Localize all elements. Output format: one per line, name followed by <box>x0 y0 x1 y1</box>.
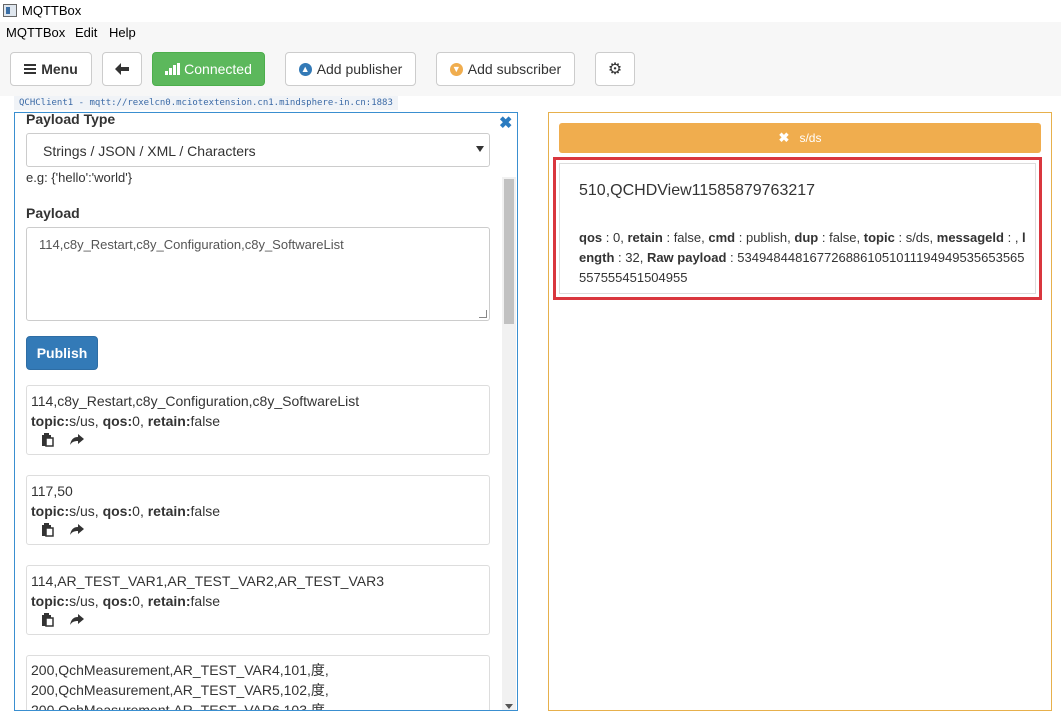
menu-item-help[interactable]: Help <box>109 25 136 40</box>
publisher-scrollbar[interactable] <box>502 177 516 710</box>
hamburger-icon <box>24 64 37 74</box>
subscriber-header[interactable]: ✖ s/ds <box>559 123 1041 153</box>
payload-textarea[interactable]: 114,c8y_Restart,c8y_Configuration,c8y_So… <box>26 227 490 321</box>
caret-down-icon <box>476 146 484 152</box>
resize-grip-icon[interactable] <box>479 310 487 318</box>
add-publisher-button[interactable]: ▲ Add publisher <box>285 52 416 86</box>
app-icon <box>3 4 17 17</box>
message-payload: 510,QCHDView11585879763217 <box>579 182 816 199</box>
received-message: 510,QCHDView11585879763217 qos : 0, reta… <box>553 157 1042 300</box>
scrollbar-thumb[interactable] <box>504 179 514 324</box>
share-arrow-icon[interactable] <box>70 614 84 626</box>
menu-bar: MQTTBox Edit Help <box>0 22 1061 42</box>
payload-type-select[interactable]: Strings / JSON / XML / Characters <box>26 133 490 167</box>
menu-button[interactable]: Menu <box>10 52 92 86</box>
close-icon[interactable]: ✖ <box>779 130 790 146</box>
payload-label: Payload <box>26 205 80 221</box>
payload-type-label: Payload Type <box>26 112 116 127</box>
close-icon[interactable]: ✖ <box>499 113 512 133</box>
publish-button[interactable]: Publish <box>26 336 98 370</box>
menu-item-mqttbox[interactable]: MQTTBox <box>6 25 65 40</box>
add-subscriber-button[interactable]: ▼ Add subscriber <box>436 52 575 86</box>
signal-bars-icon <box>165 63 181 75</box>
connected-button[interactable]: Connected <box>152 52 265 86</box>
gear-icon: ⚙ <box>607 61 623 78</box>
arrow-down-circle-icon: ▼ <box>449 62 463 76</box>
clipboard-icon[interactable] <box>41 613 54 627</box>
toolbar: Menu Connected ▲ Add publisher ▼ Add sub… <box>0 42 1061 96</box>
message-meta: qos : 0, retain : false, cmd : publish, … <box>579 230 1026 285</box>
subscriber-topic: s/ds <box>799 131 822 145</box>
settings-button[interactable]: ⚙ <box>595 52 635 86</box>
arrow-up-circle-icon: ▲ <box>298 62 312 76</box>
arrow-left-icon <box>115 63 129 75</box>
clipboard-icon[interactable] <box>41 523 54 537</box>
publisher-panel: ✖ Payload Type Strings / JSON / XML / Ch… <box>14 112 518 711</box>
clipboard-icon[interactable] <box>41 433 54 447</box>
title-bar: MQTTBox <box>0 0 1061 22</box>
history-item: 117,50 topic:s/us, qos:0, retain:false <box>26 475 490 545</box>
share-arrow-icon[interactable] <box>70 524 84 536</box>
history-item: 200,QchMeasurement,AR_TEST_VAR4,101,度, 2… <box>26 655 490 710</box>
scroll-down-icon[interactable] <box>505 704 513 709</box>
payload-example-hint: e.g: {'hello':'world'} <box>26 170 133 185</box>
connection-url: QCHClient1 - mqtt://rexelcn0.mciotextens… <box>14 96 398 110</box>
subscriber-panel: ✖ s/ds 510,QCHDView11585879763217 qos : … <box>548 112 1052 711</box>
history-item: 114,c8y_Restart,c8y_Configuration,c8y_So… <box>26 385 490 455</box>
history-item: 114,AR_TEST_VAR1,AR_TEST_VAR2,AR_TEST_VA… <box>26 565 490 635</box>
share-arrow-icon[interactable] <box>70 434 84 446</box>
window-title: MQTTBox <box>22 3 82 18</box>
menu-item-edit[interactable]: Edit <box>75 25 97 40</box>
back-button[interactable] <box>102 52 142 86</box>
